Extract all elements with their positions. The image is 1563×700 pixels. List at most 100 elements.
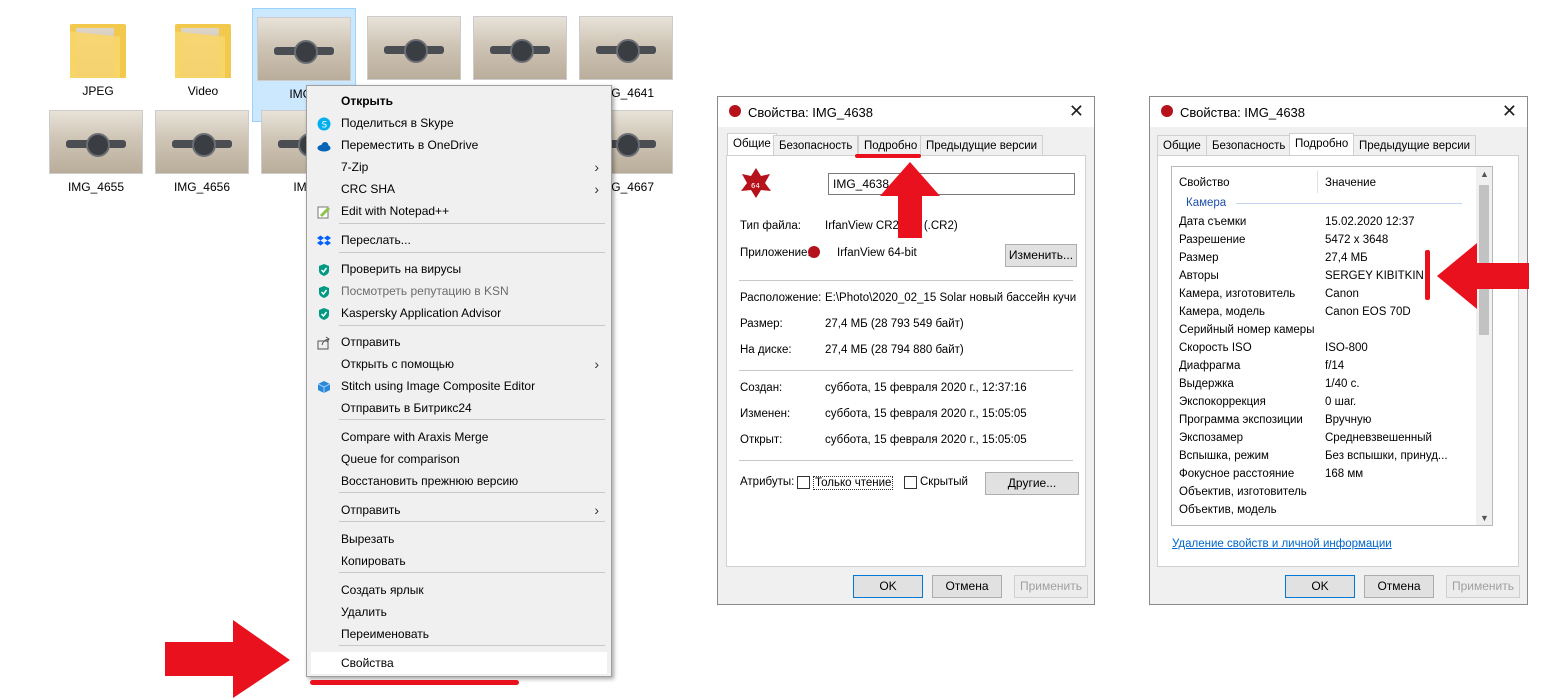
menu-item-22[interactable]: Переименовать — [311, 623, 607, 645]
menu-item-20[interactable]: Создать ярлык — [311, 579, 607, 601]
menu-item-16[interactable]: Восстановить прежнюю версию — [311, 470, 607, 492]
image-thumbnail[interactable]: IMG_4656 — [154, 110, 250, 194]
menu-item-6[interactable]: Переслать... — [311, 229, 607, 251]
column-header-property[interactable]: Свойство — [1179, 177, 1230, 189]
image-thumbnail[interactable] — [366, 16, 462, 86]
photo-preview — [367, 16, 461, 80]
menu-item-7[interactable]: Проверить на вирусы — [311, 258, 607, 280]
tab-security[interactable]: Безопасность — [773, 135, 859, 156]
kaspersky-icon — [317, 262, 331, 276]
menu-item-12[interactable]: Stitch using Image Composite Editor — [311, 375, 607, 397]
cancel-button[interactable]: Отмена — [1364, 575, 1434, 598]
remove-properties-link[interactable]: Удаление свойств и личной информации — [1172, 538, 1392, 550]
column-header-value[interactable]: Значение — [1325, 177, 1376, 189]
property-row[interactable]: Дата съемки 15.02.2020 12:37 — [1172, 214, 1472, 232]
ice-icon — [317, 379, 331, 393]
menu-item-label: Kaspersky Application Advisor — [341, 306, 502, 320]
cancel-button[interactable]: Отмена — [932, 575, 1002, 598]
hidden-checkbox[interactable] — [904, 476, 917, 489]
property-name: Экспокоррекция — [1179, 396, 1266, 408]
folder-icon — [52, 16, 144, 78]
file-type-label: Тип файла: — [740, 220, 801, 232]
property-row[interactable]: Вспышка, режим Без вспышки, принуд... — [1172, 448, 1472, 466]
property-value: f/14 — [1325, 360, 1345, 372]
chevron-down-icon[interactable]: ▼ — [1480, 513, 1489, 523]
tab-details[interactable]: Подробно — [1289, 133, 1355, 156]
menu-item-label: CRC SHA — [341, 182, 396, 196]
dialog-title: Свойства: IMG_4638 — [748, 105, 874, 120]
close-icon[interactable]: ✕ — [1502, 101, 1517, 122]
folder-item[interactable]: Video — [155, 16, 251, 98]
property-row[interactable]: Серийный номер камеры — [1172, 322, 1472, 340]
menu-item-3[interactable]: 7-Zip › — [311, 156, 607, 178]
item-caption: IMG_4656 — [173, 180, 231, 194]
menu-item-21[interactable]: Удалить — [311, 601, 607, 623]
menu-separator — [339, 521, 605, 522]
apply-button[interactable]: Применить — [1014, 575, 1088, 598]
property-row[interactable]: Программа экспозиции Вручную — [1172, 412, 1472, 430]
chevron-up-icon[interactable]: ▲ — [1480, 169, 1489, 179]
skype-icon: S — [317, 116, 331, 131]
properties-list[interactable]: Свойство Значение Камера Дата съемки 15.0… — [1171, 166, 1493, 526]
tab-previous-versions[interactable]: Предыдущие версии — [920, 135, 1044, 156]
image-thumbnail[interactable]: IMG_4655 — [48, 110, 144, 194]
kaspersky-icon — [317, 284, 331, 298]
folder-item[interactable]: JPEG — [50, 16, 146, 98]
tab-general[interactable]: Общие — [727, 133, 777, 156]
red-arrow-left-icon — [1437, 243, 1529, 309]
property-row[interactable]: Выдержка 1/40 с. — [1172, 376, 1472, 394]
details-panel: Свойство Значение Камера Дата съемки 15.0… — [1157, 155, 1519, 567]
menu-item-13[interactable]: Отправить в Битрикс24 — [311, 397, 607, 419]
property-value: Средневзвешенный — [1325, 432, 1432, 444]
tab-previous-versions[interactable]: Предыдущие версии — [1353, 135, 1477, 156]
menu-item-23[interactable]: Свойства — [311, 652, 607, 674]
property-row[interactable]: Фокусное расстояние 168 мм — [1172, 466, 1472, 484]
image-thumbnail[interactable] — [472, 16, 568, 86]
menu-separator — [339, 325, 605, 326]
ok-button[interactable]: OK — [1285, 575, 1355, 598]
menu-item-11[interactable]: Открыть с помощью › — [311, 353, 607, 375]
property-row[interactable]: Скорость ISO ISO-800 — [1172, 340, 1472, 358]
property-name: Серийный номер камеры — [1179, 324, 1315, 336]
menu-item-2[interactable]: Переместить в OneDrive — [311, 134, 607, 156]
readonly-checkbox[interactable] — [797, 476, 810, 489]
property-row[interactable]: Диафрагма f/14 — [1172, 358, 1472, 376]
menu-item-8[interactable]: Посмотреть репутацию в KSN — [311, 280, 607, 302]
change-button[interactable]: Изменить... — [1005, 244, 1077, 267]
menu-item-0[interactable]: Открыть — [311, 90, 607, 112]
property-name: Размер — [1179, 252, 1219, 264]
property-row[interactable]: Экспозамер Средневзвешенный — [1172, 430, 1472, 448]
scrollbar[interactable]: ▲ ▼ — [1476, 167, 1492, 525]
menu-item-17[interactable]: Отправить › — [311, 499, 607, 521]
close-icon[interactable]: ✕ — [1069, 101, 1084, 122]
property-row[interactable]: Объектив, изготовитель — [1172, 484, 1472, 502]
menu-item-5[interactable]: Edit with Notepad++ — [311, 200, 607, 222]
menu-separator — [339, 492, 605, 493]
property-row[interactable]: Экспокоррекция 0 шаг. — [1172, 394, 1472, 412]
property-row[interactable]: Объектив, модель — [1172, 502, 1472, 520]
menu-item-18[interactable]: Вырезать — [311, 528, 607, 550]
filename-input[interactable]: IMG_4638 — [828, 173, 1075, 195]
menu-item-4[interactable]: CRC SHA › — [311, 178, 607, 200]
menu-item-1[interactable]: S Поделиться в Skype — [311, 112, 607, 134]
properties-dialog-details: Свойства: IMG_4638 ✕ Общие Безопасность … — [1149, 96, 1528, 605]
size-label: Размер: — [740, 318, 783, 330]
tab-security[interactable]: Безопасность — [1206, 135, 1292, 156]
group-header-camera[interactable]: Камера — [1186, 197, 1226, 209]
apply-button[interactable]: Применить — [1446, 575, 1520, 598]
tab-general[interactable]: Общие — [1157, 135, 1207, 156]
property-name: Скорость ISO — [1179, 342, 1252, 354]
item-caption: Video — [187, 84, 219, 98]
property-row[interactable]: Камера, модель Canon EOS 70D — [1172, 304, 1472, 322]
menu-item-10[interactable]: Отправить — [311, 331, 607, 353]
other-attributes-button[interactable]: Другие... — [985, 472, 1079, 495]
ok-button[interactable]: OK — [853, 575, 923, 598]
menu-item-19[interactable]: Копировать — [311, 550, 607, 572]
property-name: Выдержка — [1179, 378, 1234, 390]
menu-item-9[interactable]: Kaspersky Application Advisor — [311, 302, 607, 324]
property-row[interactable]: Разрешение 5472 x 3648 — [1172, 232, 1472, 250]
tab-details[interactable]: Подробно — [858, 135, 924, 156]
menu-item-label: Переименовать — [341, 627, 429, 641]
menu-item-14[interactable]: Compare with Araxis Merge — [311, 426, 607, 448]
menu-item-15[interactable]: Queue for comparison — [311, 448, 607, 470]
